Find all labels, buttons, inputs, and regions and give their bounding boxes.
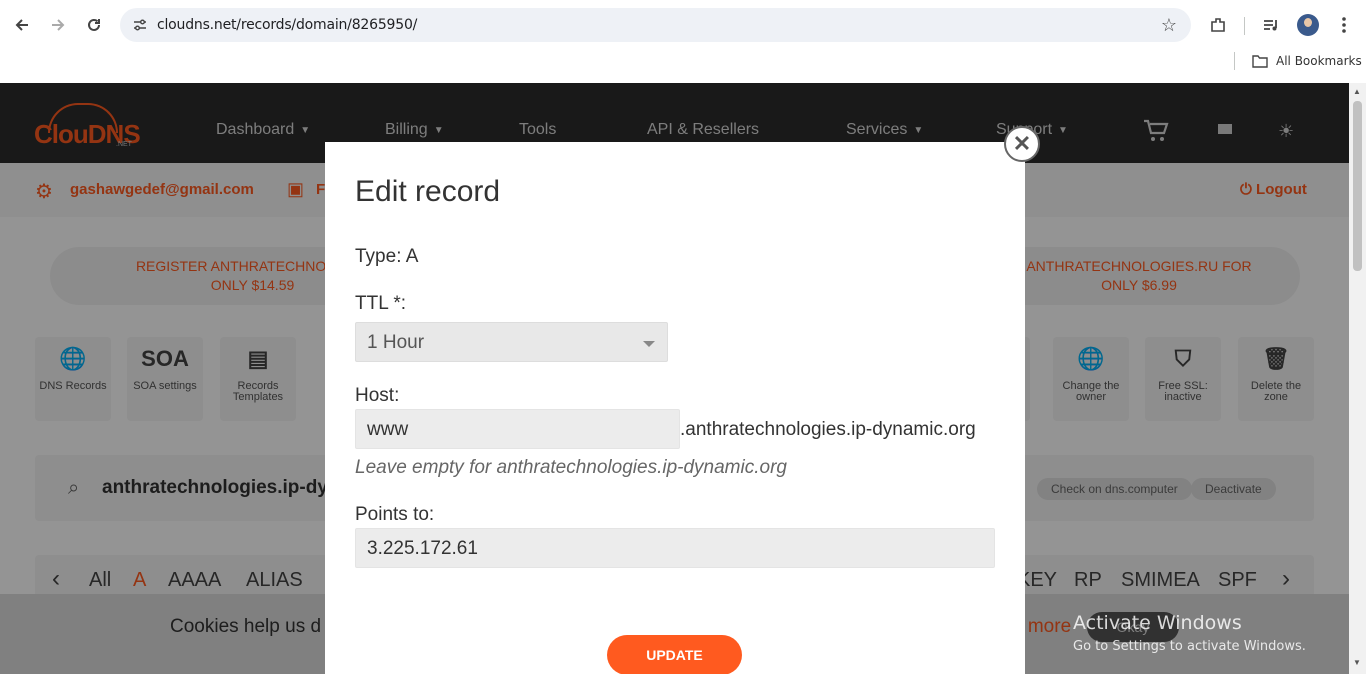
ttl-label: TTL *:: [355, 293, 407, 314]
folder-icon: [1252, 55, 1268, 68]
update-button[interactable]: UPDATE: [607, 635, 742, 674]
bookmarks-bar: [0, 50, 1366, 83]
browser-toolbar: cloudns.net/records/domain/8265950/ ☆: [0, 0, 1366, 50]
all-bookmarks-label: All Bookmarks: [1276, 54, 1362, 68]
activate-windows-watermark: Activate Windows Go to Settings to activ…: [1073, 612, 1306, 654]
ttl-select[interactable]: 1 Hour: [355, 322, 668, 362]
host-domain-suffix: .anthratechnologies.ip-dynamic.org: [680, 419, 976, 440]
points-to-input[interactable]: 3.225.172.61: [355, 528, 995, 568]
reload-icon[interactable]: [82, 13, 106, 37]
close-icon[interactable]: ✕: [1004, 126, 1040, 162]
forward-arrow-icon[interactable]: [46, 13, 70, 37]
edit-record-dialog: Edit record Type: A TTL *: 1 Hour Host: …: [325, 142, 1025, 674]
ttl-selected-value: 1 Hour: [367, 332, 425, 353]
all-bookmarks-button[interactable]: All Bookmarks: [1252, 54, 1362, 68]
page-scrollbar[interactable]: ▲ ▼: [1349, 83, 1366, 674]
browser-menu-icon[interactable]: [1332, 13, 1356, 37]
chevron-down-icon: [643, 341, 655, 347]
address-bar[interactable]: cloudns.net/records/domain/8265950/ ☆: [120, 8, 1191, 42]
record-type-label: Type: A: [355, 246, 419, 267]
scroll-up-icon[interactable]: ▲: [1353, 87, 1361, 96]
profile-avatar[interactable]: [1297, 14, 1319, 36]
scroll-down-icon[interactable]: ▼: [1353, 658, 1361, 667]
points-to-input-value: 3.225.172.61: [367, 538, 478, 559]
points-to-label: Points to:: [355, 504, 435, 525]
scrollbar-thumb[interactable]: [1353, 101, 1362, 271]
host-label: Host:: [355, 385, 400, 406]
dialog-title: Edit record: [355, 175, 501, 208]
url-text: cloudns.net/records/domain/8265950/: [157, 17, 418, 33]
browser-chrome: cloudns.net/records/domain/8265950/ ☆ Al…: [0, 0, 1366, 83]
bookmark-star-icon[interactable]: ☆: [1161, 15, 1177, 36]
watermark-title: Activate Windows: [1073, 612, 1242, 634]
host-input-value: www: [367, 419, 409, 440]
back-arrow-icon[interactable]: [10, 13, 34, 37]
site-info-icon[interactable]: [132, 17, 148, 33]
host-hint: Leave empty for anthratechnologies.ip-dy…: [355, 457, 787, 478]
toolbar-divider: [1244, 17, 1245, 35]
host-input[interactable]: www: [355, 409, 680, 449]
media-control-icon[interactable]: [1259, 13, 1283, 37]
extensions-icon[interactable]: [1206, 13, 1230, 37]
bookmarks-divider: [1234, 52, 1235, 70]
watermark-subtitle: Go to Settings to activate Windows.: [1073, 639, 1306, 654]
